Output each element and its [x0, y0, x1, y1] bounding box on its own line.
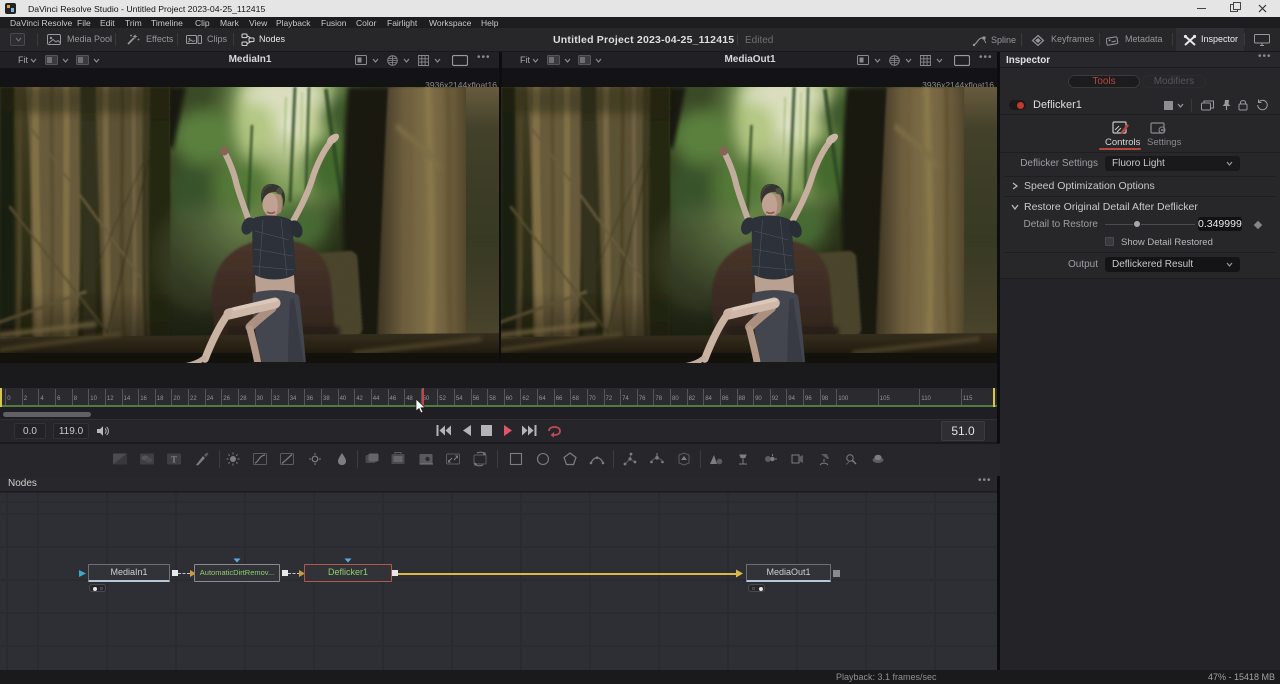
svg-text:T: T — [171, 455, 177, 465]
